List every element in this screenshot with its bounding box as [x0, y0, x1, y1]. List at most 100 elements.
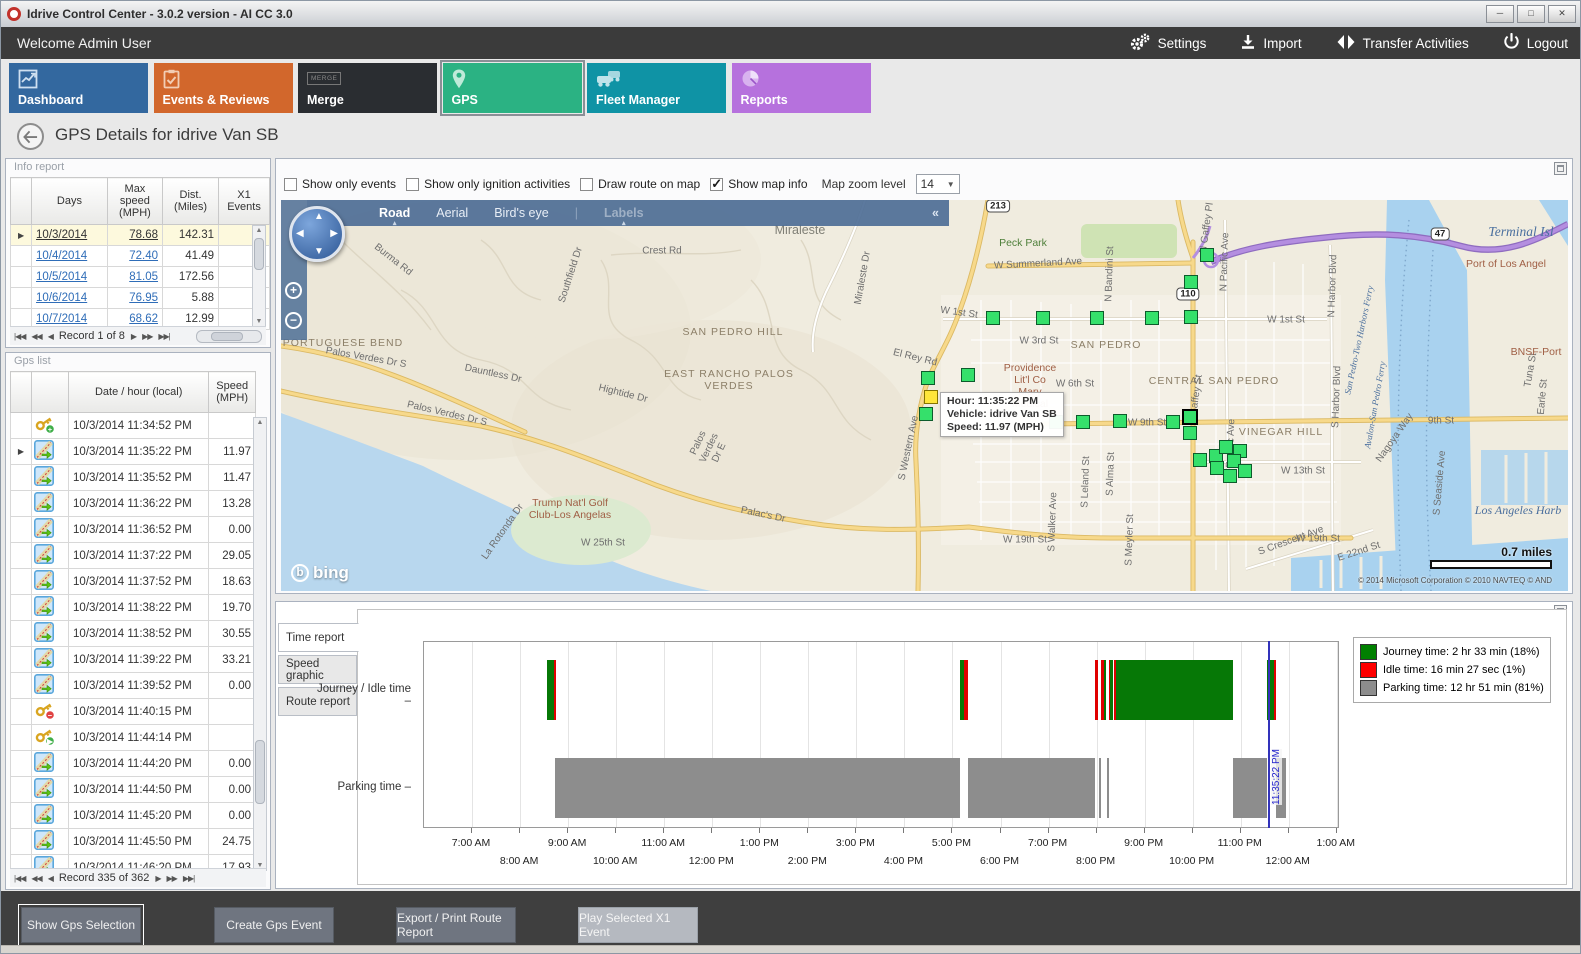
max-speed-link[interactable]: 78.68 — [129, 229, 158, 241]
gps-list-row[interactable]: 10/3/2014 11:44:50 PM0.00 — [11, 777, 256, 803]
gps-point-marker[interactable] — [1113, 414, 1127, 428]
maximize-button[interactable]: □ — [1517, 5, 1545, 23]
day-link[interactable]: 10/4/2014 — [36, 250, 87, 262]
gps-list-row[interactable]: 10/3/2014 11:36:52 PM0.00 — [11, 517, 256, 543]
map-view-bird-s-eye[interactable]: Bird's eye — [494, 206, 549, 220]
info-report-pager[interactable]: |◀◀◀◀◀ Record 1 of 8 ▶▶▶▶▶| — [10, 326, 266, 345]
checkbox-box[interactable] — [710, 178, 723, 191]
gps-list-row[interactable]: 10/3/2014 11:45:20 PM0.00 — [11, 803, 256, 829]
button-create-gps-event[interactable]: Create Gps Event — [214, 907, 334, 943]
checkbox-box[interactable] — [284, 178, 297, 191]
gps-point-marker[interactable] — [1183, 426, 1197, 440]
button-export-print-route-report[interactable]: Export / Print Route Report — [396, 907, 516, 943]
gps-list-row[interactable]: 10/3/2014 11:39:52 PM0.00 — [11, 673, 256, 699]
max-speed-link[interactable]: 81.05 — [129, 271, 158, 283]
gps-point-marker[interactable] — [1076, 415, 1090, 429]
map-view-road[interactable]: Road▴ — [379, 206, 410, 220]
gps-list-row[interactable]: 10/3/2014 11:38:52 PM30.55 — [11, 621, 256, 647]
gps-point-marker[interactable] — [1166, 415, 1180, 429]
tab-dashboard[interactable]: Dashboard — [9, 63, 148, 113]
max-speed-link[interactable]: 68.62 — [129, 313, 158, 325]
minimize-button[interactable]: ─ — [1486, 5, 1514, 23]
map-view-labels[interactable]: Labels▴ — [604, 206, 644, 220]
map-viewport[interactable]: MiralesteCrest RdBurma RdSouthfield DrMi… — [281, 200, 1568, 591]
gps-list-row[interactable]: 10/3/2014 11:36:22 PM13.28 — [11, 491, 256, 517]
back-button[interactable] — [17, 123, 44, 150]
gps-point-marker[interactable] — [1193, 453, 1207, 467]
close-button[interactable]: ✕ — [1548, 5, 1576, 23]
map-compass[interactable]: ▲▼ ◀▶ — [289, 206, 345, 262]
gps-list-row[interactable]: 10/3/2014 11:44:20 PM0.00 — [11, 751, 256, 777]
gps-list-row[interactable]: 10/3/2014 11:37:22 PM29.05 — [11, 543, 256, 569]
map-toolbar-collapse-button[interactable]: « — [932, 206, 939, 220]
gps-point-marker[interactable] — [1219, 440, 1233, 454]
max-speed-link[interactable]: 72.40 — [129, 250, 158, 262]
gps-list-scrollbar[interactable]: ▲▼ — [253, 417, 267, 871]
checkbox-box[interactable] — [580, 178, 593, 191]
action-transfer-activities[interactable]: Transfer Activities — [1336, 34, 1469, 53]
map-zoom-in-icon[interactable]: + — [285, 282, 302, 299]
max-speed-link[interactable]: 76.95 — [129, 292, 158, 304]
checkbox-show-map-info[interactable]: Show map info — [710, 177, 807, 191]
action-settings[interactable]: Settings — [1129, 33, 1207, 54]
checkbox-draw-route-on-map[interactable]: Draw route on map — [580, 177, 700, 191]
gps-point-marker[interactable] — [1182, 409, 1198, 425]
button-show-gps-selection[interactable]: Show Gps Selection — [21, 907, 141, 943]
gps-point-marker[interactable] — [921, 371, 935, 385]
gps-point-marker[interactable] — [1090, 311, 1104, 325]
day-link[interactable]: 10/5/2014 — [36, 271, 87, 283]
gps-point-marker[interactable] — [1145, 311, 1159, 325]
info-report-hscroll[interactable] — [196, 330, 262, 343]
gps-list-row[interactable]: 10/3/2014 11:46:20 PM17.93 — [11, 855, 256, 870]
tab-reports[interactable]: Reports — [732, 63, 871, 113]
checkbox-box[interactable] — [406, 178, 419, 191]
gps-list-row[interactable]: ▶10/3/2014 11:35:22 PM11.97 — [11, 439, 256, 465]
gps-point-marker[interactable] — [1223, 469, 1237, 483]
tab-time-report[interactable]: Time report — [278, 623, 359, 652]
gps-list-row[interactable]: 10/3/2014 11:37:52 PM18.63 — [11, 569, 256, 595]
gps-record-icon — [31, 465, 68, 491]
map-panel-maximize-icon[interactable] — [1554, 162, 1567, 175]
day-link[interactable]: 10/6/2014 — [36, 292, 87, 304]
map-view-aerial[interactable]: Aerial — [436, 206, 468, 220]
action-import[interactable]: Import — [1240, 34, 1301, 53]
gps-list-row[interactable]: +10/3/2014 11:34:52 PM — [11, 413, 256, 439]
tab-merge[interactable]: MERGEMerge — [298, 63, 437, 113]
info-report-table[interactable]: DaysMax speed (MPH)Dist. (Miles)X1 Event… — [10, 177, 270, 330]
gps-point-marker[interactable] — [1184, 310, 1198, 324]
info-report-row[interactable]: 10/5/201481.05172.56 — [11, 267, 270, 288]
gps-point-marker[interactable] — [986, 311, 1000, 325]
day-link[interactable]: 10/7/2014 — [36, 313, 87, 325]
gps-point-marker[interactable] — [919, 407, 933, 421]
tab-speed-graphic[interactable]: Speed graphic — [278, 655, 357, 684]
gps-point-marker[interactable] — [961, 368, 975, 382]
gps-list-row[interactable]: ▶10/3/2014 11:44:14 PM — [11, 725, 256, 751]
tab-events-reviews[interactable]: Events & Reviews — [154, 63, 293, 113]
checkbox-show-only-ignition-activities[interactable]: Show only ignition activities — [406, 177, 570, 191]
gps-list-row[interactable]: 10/3/2014 11:38:22 PM19.70 — [11, 595, 256, 621]
axis-tick — [1288, 828, 1289, 833]
gps-list-table[interactable]: Date / hour (local)Speed (MPH)+10/3/2014… — [10, 371, 256, 869]
info-report-scrollbar[interactable]: ▲▼ — [252, 225, 266, 327]
gps-point-marker[interactable] — [1036, 311, 1050, 325]
gps-list-pager[interactable]: |◀◀◀◀◀ Record 335 of 362 ▶▶▶▶▶| — [10, 868, 266, 887]
tab-fleet-manager[interactable]: Fleet Manager — [587, 63, 726, 113]
info-report-row[interactable]: 10/4/201472.4041.49 — [11, 246, 270, 267]
tab-gps[interactable]: GPS — [443, 63, 582, 113]
map-zoom-out-icon[interactable]: − — [285, 312, 302, 329]
gps-list-row[interactable]: 10/3/2014 11:45:50 PM24.75 — [11, 829, 256, 855]
info-report-row[interactable]: ▶10/3/201478.68142.31 — [11, 225, 270, 246]
gps-event-marker[interactable] — [924, 390, 938, 404]
gps-point-marker[interactable] — [1184, 275, 1198, 289]
gps-point-marker[interactable] — [1210, 461, 1224, 475]
gps-list-row[interactable]: −10/3/2014 11:40:15 PM — [11, 699, 256, 725]
gps-point-marker[interactable] — [1200, 248, 1214, 262]
gps-list-row[interactable]: 10/3/2014 11:39:22 PM33.21 — [11, 647, 256, 673]
map-zoom-level-dropdown[interactable]: 14▼ — [916, 174, 960, 194]
gps-list-row[interactable]: 10/3/2014 11:35:52 PM11.47 — [11, 465, 256, 491]
gps-point-marker[interactable] — [1238, 464, 1252, 478]
checkbox-show-only-events[interactable]: Show only events — [284, 177, 396, 191]
action-logout[interactable]: Logout — [1503, 33, 1568, 53]
info-report-row[interactable]: 10/6/201476.955.88 — [11, 288, 270, 309]
day-link[interactable]: 10/3/2014 — [36, 229, 87, 241]
